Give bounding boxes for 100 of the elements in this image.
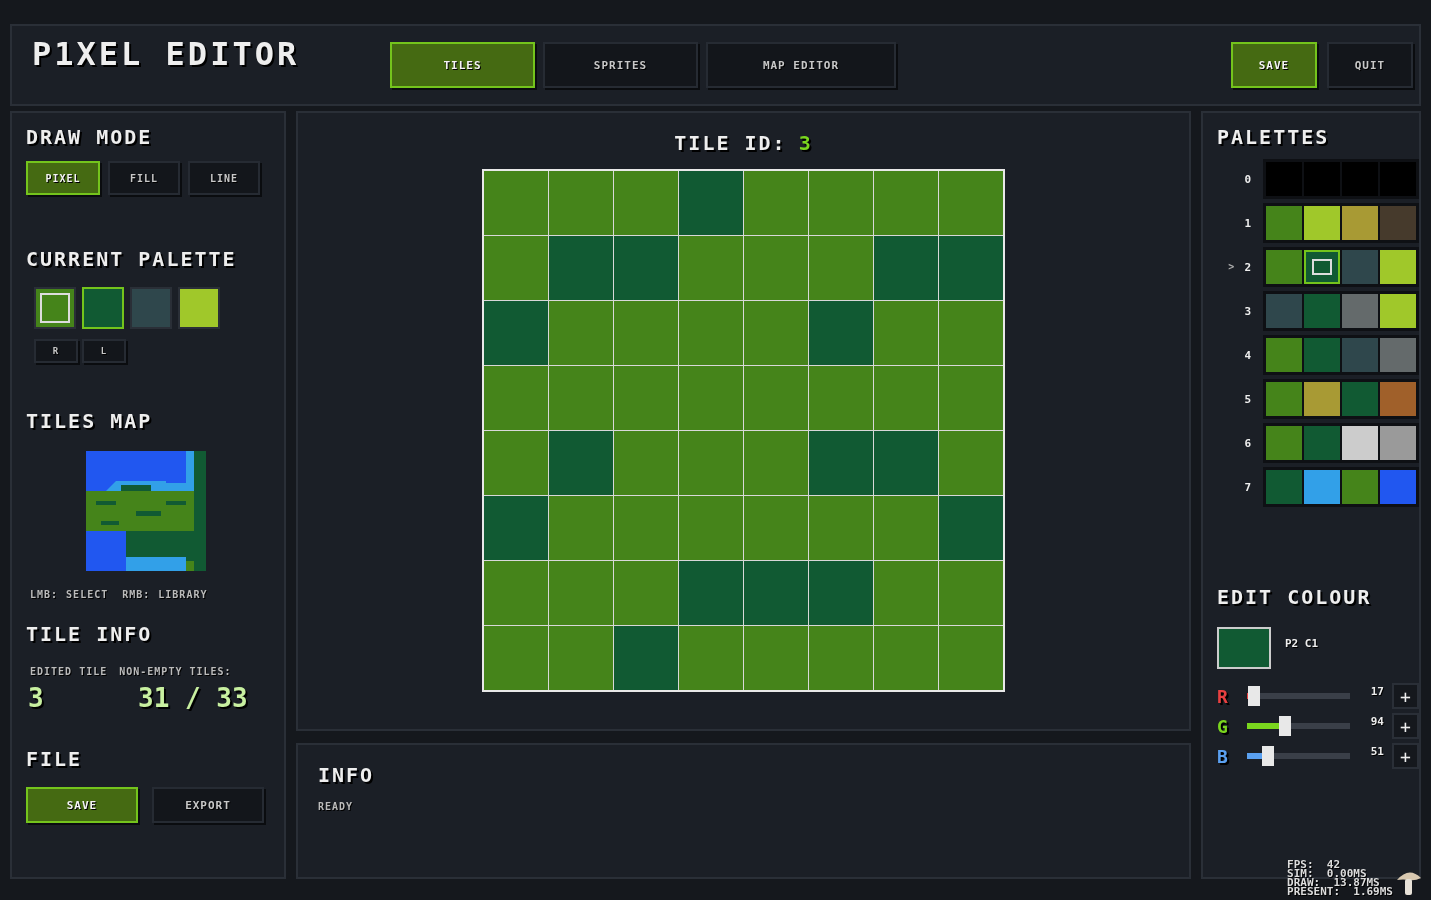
pixel-cell[interactable] [679, 561, 743, 625]
pixel-cell[interactable] [679, 171, 743, 235]
pixel-cell[interactable] [744, 171, 808, 235]
pixel-cell[interactable] [679, 301, 743, 365]
pixel-cell[interactable] [939, 561, 1003, 625]
pixel-cell[interactable] [874, 496, 938, 560]
color-swatch[interactable] [34, 287, 76, 329]
pixel-cell[interactable] [939, 431, 1003, 495]
pixel-cell[interactable] [549, 431, 613, 495]
palette-swatch[interactable] [1304, 294, 1340, 328]
palette-swatch[interactable] [1342, 294, 1378, 328]
pixel-cell[interactable] [614, 366, 678, 430]
mode-button[interactable]: PIXEL [26, 161, 100, 195]
color-swatch[interactable] [82, 287, 124, 329]
color-swatch[interactable] [130, 287, 172, 329]
pixel-cell[interactable] [874, 366, 938, 430]
pixel-cell[interactable] [614, 431, 678, 495]
swap-button[interactable]: L [82, 339, 126, 363]
pixel-cell[interactable] [809, 171, 873, 235]
palette-swatch[interactable] [1342, 426, 1378, 460]
pixel-cell[interactable] [809, 561, 873, 625]
pixel-cell[interactable] [614, 626, 678, 690]
pixel-cell[interactable] [939, 236, 1003, 300]
pixel-cell[interactable] [679, 431, 743, 495]
pixel-cell[interactable] [484, 496, 548, 560]
palette-swatch[interactable] [1304, 250, 1340, 284]
pixel-cell[interactable] [744, 626, 808, 690]
tiles-map-drawing[interactable] [86, 451, 206, 571]
increment-button[interactable]: + [1391, 713, 1419, 739]
pixel-cell[interactable] [874, 431, 938, 495]
color-swatch[interactable] [178, 287, 220, 329]
pixel-cell[interactable] [484, 431, 548, 495]
pixel-cell[interactable] [549, 366, 613, 430]
save-button[interactable]: SAVE [26, 787, 138, 823]
tile-canvas[interactable] [482, 169, 1005, 692]
palette-swatch[interactable] [1380, 426, 1416, 460]
palette-swatch[interactable] [1304, 206, 1340, 240]
pixel-cell[interactable] [549, 301, 613, 365]
palette-swatch[interactable] [1266, 294, 1302, 328]
palette-row[interactable] [1263, 203, 1419, 243]
pixel-cell[interactable] [939, 171, 1003, 235]
pixel-cell[interactable] [744, 431, 808, 495]
pixel-cell[interactable] [939, 496, 1003, 560]
palette-row[interactable] [1263, 291, 1419, 331]
quit-button[interactable]: QUIT [1327, 42, 1413, 88]
mode-button[interactable]: FILL [108, 161, 180, 195]
export-button[interactable]: EXPORT [152, 787, 264, 823]
pixel-cell[interactable] [679, 496, 743, 560]
palette-swatch[interactable] [1304, 470, 1340, 504]
swap-button[interactable]: R [34, 339, 78, 363]
pixel-cell[interactable] [809, 236, 873, 300]
tab[interactable]: SPRITES [543, 42, 698, 88]
palette-row[interactable] [1263, 247, 1419, 287]
pixel-cell[interactable] [809, 626, 873, 690]
palette-swatch[interactable] [1380, 206, 1416, 240]
pixel-cell[interactable] [809, 301, 873, 365]
palette-swatch[interactable] [1380, 470, 1416, 504]
pixel-cell[interactable] [809, 496, 873, 560]
palette-swatch[interactable] [1342, 470, 1378, 504]
palette-swatch[interactable] [1342, 206, 1378, 240]
pixel-cell[interactable] [484, 301, 548, 365]
pixel-cell[interactable] [679, 626, 743, 690]
palette-swatch[interactable] [1304, 382, 1340, 416]
palette-swatch[interactable] [1380, 382, 1416, 416]
pixel-cell[interactable] [874, 171, 938, 235]
pixel-cell[interactable] [874, 626, 938, 690]
palette-swatch[interactable] [1342, 338, 1378, 372]
pixel-cell[interactable] [549, 626, 613, 690]
save-button[interactable]: SAVE [1231, 42, 1317, 88]
pixel-cell[interactable] [484, 561, 548, 625]
pixel-cell[interactable] [874, 301, 938, 365]
pixel-cell[interactable] [614, 496, 678, 560]
increment-button[interactable]: + [1391, 743, 1419, 769]
mode-button[interactable]: LINE [188, 161, 260, 195]
pixel-cell[interactable] [744, 236, 808, 300]
tab[interactable]: TILES [390, 42, 535, 88]
palette-row[interactable] [1263, 467, 1419, 507]
palette-swatch[interactable] [1304, 426, 1340, 460]
pixel-cell[interactable] [614, 236, 678, 300]
palette-swatch[interactable] [1304, 338, 1340, 372]
pixel-cell[interactable] [614, 171, 678, 235]
palette-swatch[interactable] [1266, 470, 1302, 504]
tab[interactable]: MAP EDITOR [706, 42, 896, 88]
palette-swatch[interactable] [1266, 426, 1302, 460]
pixel-cell[interactable] [939, 626, 1003, 690]
pixel-cell[interactable] [809, 366, 873, 430]
pixel-cell[interactable] [484, 366, 548, 430]
palette-swatch[interactable] [1342, 382, 1378, 416]
pixel-cell[interactable] [744, 366, 808, 430]
palette-swatch[interactable] [1266, 382, 1302, 416]
pixel-cell[interactable] [484, 171, 548, 235]
palette-row[interactable] [1263, 379, 1419, 419]
pixel-cell[interactable] [549, 561, 613, 625]
pixel-cell[interactable] [744, 496, 808, 560]
pixel-cell[interactable] [744, 301, 808, 365]
pixel-cell[interactable] [874, 236, 938, 300]
palette-row[interactable] [1263, 423, 1419, 463]
pixel-cell[interactable] [614, 561, 678, 625]
pixel-cell[interactable] [484, 626, 548, 690]
palette-swatch[interactable] [1380, 338, 1416, 372]
